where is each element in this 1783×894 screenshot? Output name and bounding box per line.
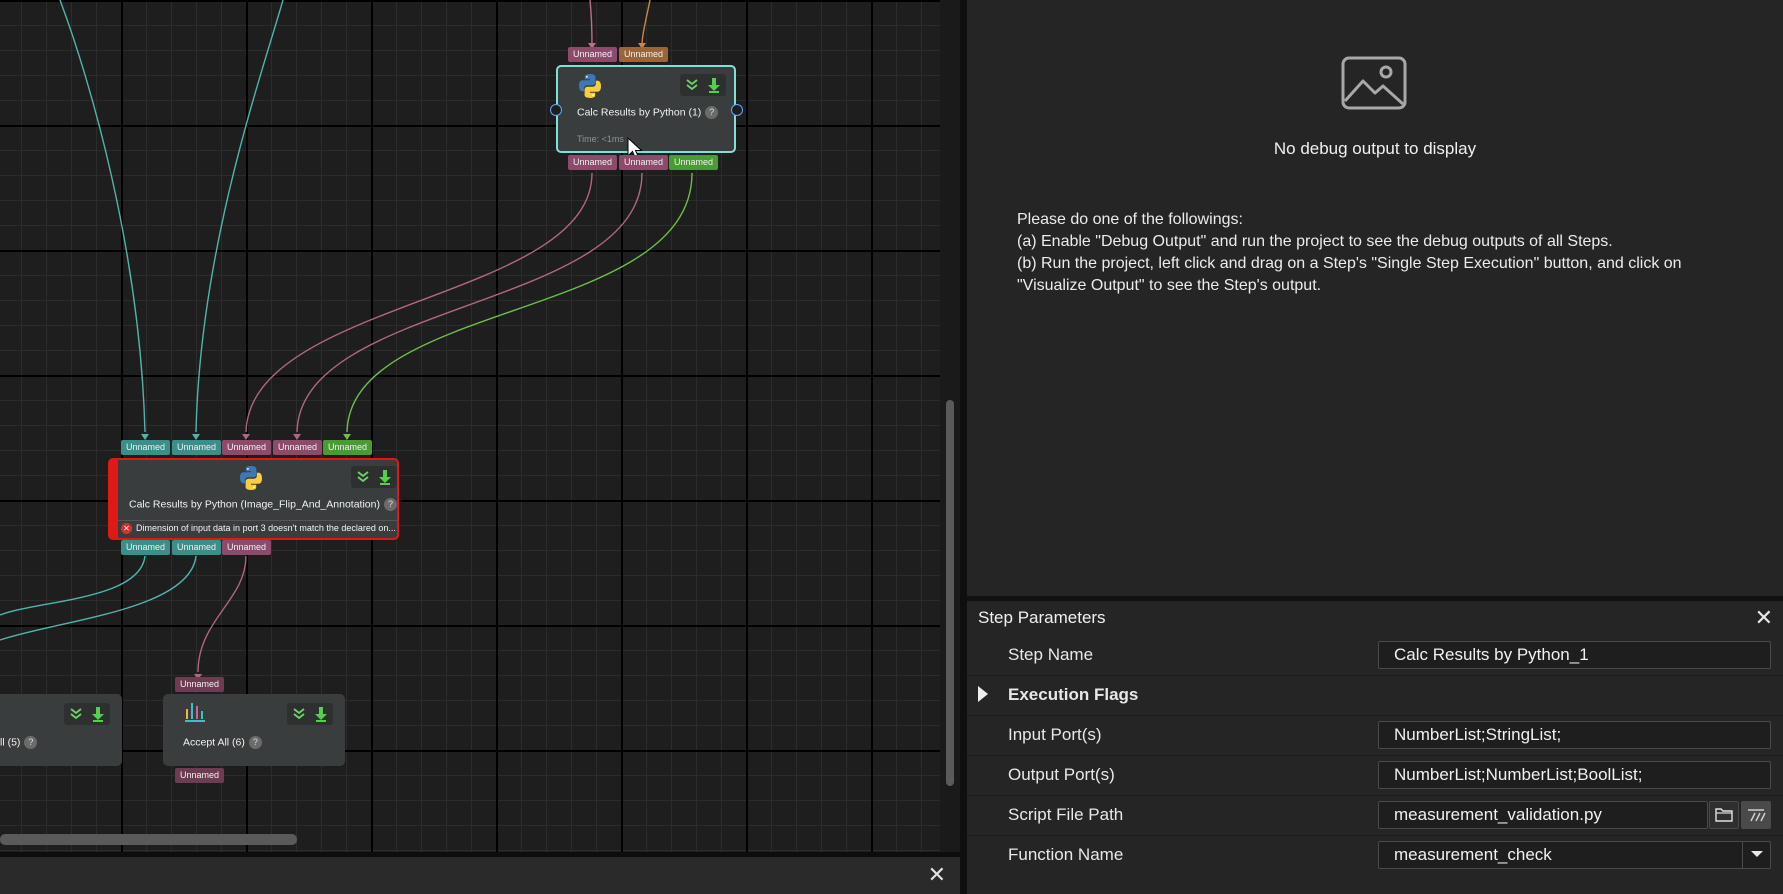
node-graph-canvas[interactable]: Unnamed Unnamed Calc Results by Python (… [0,0,940,852]
input-port-5[interactable]: Unnamed [323,440,373,455]
param-label: Step Name [1008,645,1094,664]
instruction-line: (b) Run the project, left click and drag… [1017,255,1682,294]
collapse-icon[interactable] [67,705,85,723]
error-text: Dimension of input data in port 3 doesn'… [136,523,396,533]
input-port-1[interactable]: Unnamed [175,677,225,692]
input-ports-field[interactable]: NumberList;StringList; [1378,721,1771,749]
param-label: Script File Path [1008,805,1124,824]
image-placeholder-icon [1341,56,1407,110]
single-step-execution-icon[interactable] [312,705,330,723]
node-action-buttons [64,703,110,725]
right-panel: No debug output to display Please do one… [967,0,1783,894]
node-title-text: ll (5) [0,736,21,749]
step-parameters-panel: Step Parameters ✕ Step Name Calc Results… [967,601,1783,894]
close-icon[interactable]: ✕ [1755,605,1773,631]
script-icon [1748,809,1766,822]
input-port-2[interactable]: Unnamed [619,47,669,62]
node-action-buttons [680,74,726,96]
node-calc-results-python-1[interactable]: Calc Results by Python (1)? Time: <1ms [556,65,736,153]
param-group-label[interactable]: Execution Flags [1008,685,1138,705]
node-title: ll (5)? [0,736,38,749]
chevron-down-icon[interactable] [1742,841,1771,869]
node-title: Calc Results by Python (Image_Flip_And_A… [129,498,397,511]
canvas-horizontal-scroll-thumb[interactable] [0,834,297,845]
output-port-1[interactable]: Unnamed [568,155,618,170]
canvas-vertical-scroll-thumb[interactable] [946,400,954,786]
no-debug-output-message: No debug output to display [1273,139,1477,158]
output-port-1[interactable]: Unnamed [121,540,171,555]
browse-folder-button[interactable] [1709,801,1739,829]
param-row-execution-flags[interactable]: Execution Flags [967,675,1783,716]
node-action-buttons [351,466,397,488]
input-port-1[interactable]: Unnamed [121,440,171,455]
output-port-3[interactable]: Unnamed [669,155,719,170]
panel-title: Step Parameters [978,608,1106,627]
right-connector-dot[interactable] [731,104,743,116]
input-port-1[interactable]: Unnamed [568,47,618,62]
error-message: ✕ Dimension of input data in port 3 doesn… [121,523,396,535]
param-row-output-ports: Output Port(s) NumberList;NumberList;Boo… [967,755,1783,796]
open-script-button[interactable] [1741,801,1771,829]
left-connector-dot[interactable] [550,104,562,116]
python-icon [579,74,601,98]
script-file-path-field[interactable]: measurement_validation.py [1378,801,1708,829]
collapse-icon[interactable] [683,76,701,94]
panel-splitter[interactable] [960,0,967,894]
help-icon[interactable]: ? [24,736,38,749]
collapse-icon[interactable] [290,705,308,723]
single-step-execution-icon[interactable] [376,468,394,486]
param-row-script-file-path: Script File Path measurement_validation.… [967,795,1783,836]
node-title-text: Accept All (6) [183,736,245,749]
node-action-buttons [287,703,333,725]
node-title: Accept All (6)? [183,736,262,749]
help-icon[interactable]: ? [383,498,397,511]
instruction-line: Please do one of the followings: [1017,211,1243,228]
param-label: Function Name [1008,845,1124,864]
param-row-step-name: Step Name Calc Results by Python_1 [967,635,1783,676]
output-port-3[interactable]: Unnamed [222,540,272,555]
debug-instructions: Please do one of the followings: (a) Ena… [1017,209,1737,297]
output-port-1[interactable]: Unnamed [175,768,225,783]
node-title: Calc Results by Python (1)? [577,106,719,119]
python-icon [240,466,262,490]
error-icon: ✕ [121,523,132,535]
expand-arrow-icon[interactable] [978,686,988,702]
node-accept-all-6[interactable]: Accept All (6)? [163,694,345,766]
function-name-select[interactable]: measurement_check [1378,841,1771,869]
help-icon[interactable]: ? [705,106,719,119]
accept-all-icon [185,703,205,722]
param-label: Input Port(s) [1008,725,1102,744]
connection-wires [0,0,693,680]
step-name-field[interactable]: Calc Results by Python_1 [1378,641,1771,669]
input-port-3[interactable]: Unnamed [222,440,272,455]
node-accept-all-5[interactable]: ll (5)? [0,694,122,766]
output-port-2[interactable]: Unnamed [619,155,669,170]
collapse-icon[interactable] [354,468,372,486]
node-title-text: Calc Results by Python (1) [577,106,702,119]
help-icon[interactable]: ? [248,736,262,749]
node-run-time: Time: <1ms [577,134,624,144]
node-calc-results-python-image-flip[interactable]: Calc Results by Python (Image_Flip_And_A… [108,458,399,540]
single-step-execution-icon[interactable] [89,705,107,723]
close-icon[interactable]: ✕ [928,863,946,888]
bottom-panel: ✕ [0,852,960,894]
param-row-function-name: Function Name measurement_check [967,835,1783,875]
output-ports-field[interactable]: NumberList;NumberList;BoolList; [1378,761,1771,789]
instruction-line: (a) Enable "Debug Output" and run the pr… [1017,233,1613,250]
debug-output-area: No debug output to display Please do one… [967,0,1783,596]
param-label: Output Port(s) [1008,765,1115,784]
folder-icon [1715,808,1733,822]
output-port-2[interactable]: Unnamed [172,540,222,555]
input-port-2[interactable]: Unnamed [172,440,222,455]
node-title-text: Calc Results by Python (Image_Flip_And_A… [129,498,380,511]
single-step-execution-icon[interactable] [705,76,723,94]
param-row-input-ports: Input Port(s) NumberList;StringList; [967,715,1783,756]
input-port-4[interactable]: Unnamed [273,440,323,455]
